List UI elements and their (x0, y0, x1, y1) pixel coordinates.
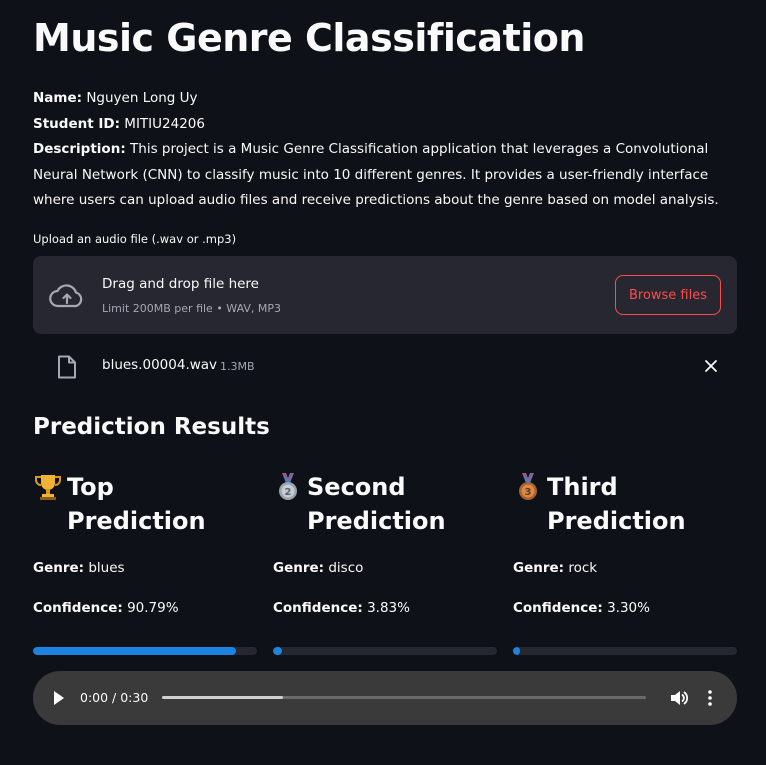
confidence-progress-fill (513, 647, 521, 655)
name-value: Nguyen Long Uy (82, 90, 198, 106)
app-page: Music Genre Classification Name: Nguyen … (0, 0, 766, 765)
student-id-label: Student ID: (33, 115, 120, 132)
prediction-card-1: Top Prediction Genre: blues Confidence: … (33, 470, 257, 655)
confidence-progress-fill (273, 647, 282, 655)
svg-text:2: 2 (285, 487, 292, 498)
genre-label: Genre: (273, 560, 325, 576)
confidence-label: Confidence: (273, 600, 363, 616)
audio-time-display: 0:00 / 0:30 (80, 690, 149, 705)
close-icon[interactable] (701, 356, 721, 376)
cloud-upload-icon (49, 284, 83, 308)
prediction-genre: Genre: rock (513, 560, 597, 576)
prediction-title: Top Prediction (67, 473, 206, 535)
file-dropzone[interactable]: Drag and drop file here Limit 200MB per … (33, 256, 737, 334)
prediction-confidence: Confidence: 3.83% (273, 600, 410, 616)
dropzone-title: Drag and drop file here (102, 276, 259, 292)
confidence-progress-bar (513, 647, 737, 655)
prediction-title: Second Prediction (307, 473, 446, 535)
dropzone-limit: Limit 200MB per file • WAV, MP3 (102, 302, 282, 315)
prediction-card-2: 2 Second Prediction Genre: disco Confide… (273, 470, 497, 655)
second-place-medal-icon: 2 (279, 472, 297, 500)
prediction-title: Third Prediction (547, 473, 686, 535)
audio-seek-slider[interactable] (162, 696, 646, 699)
prediction-heading: 3 Third Prediction (513, 470, 737, 538)
play-icon[interactable] (52, 689, 66, 707)
prediction-genre: Genre: blues (33, 560, 125, 576)
student-id-value: MITIU24206 (120, 115, 205, 132)
confidence-progress-bar (273, 647, 497, 655)
file-icon (58, 355, 76, 379)
upload-label: Upload an audio file (.wav or .mp3) (33, 232, 237, 246)
confidence-progress-bar (33, 647, 257, 655)
svg-text:3: 3 (525, 487, 532, 498)
description-value: This project is a Music Genre Classifica… (33, 141, 719, 208)
trophy-icon (35, 475, 61, 500)
uploaded-file-row: blues.00004.wav 1.3MB (33, 346, 737, 386)
genre-label: Genre: (33, 560, 85, 576)
confidence-progress-fill (33, 647, 237, 655)
name-line: Name: Nguyen Long Uy (33, 86, 737, 112)
prediction-confidence: Confidence: 3.30% (513, 600, 650, 616)
volume-icon[interactable] (669, 688, 689, 708)
description-line: Description: This project is a Music Gen… (33, 137, 737, 214)
student-id-line: Student ID: MITIU24206 (33, 112, 737, 138)
genre-value: rock (564, 560, 598, 576)
genre-label: Genre: (513, 560, 565, 576)
name-label: Name: (33, 90, 83, 106)
uploaded-file-name: blues.00004.wav (102, 357, 218, 373)
prediction-heading: 2 Second Prediction (273, 470, 497, 538)
results-heading: Prediction Results (33, 414, 270, 440)
confidence-value: 90.79% (122, 600, 179, 616)
prediction-card-3: 3 Third Prediction Genre: rock Confidenc… (513, 470, 737, 655)
more-vertical-icon[interactable] (703, 688, 717, 708)
audio-player: 0:00 / 0:30 (33, 671, 737, 725)
project-info: Name: Nguyen Long Uy Student ID: MITIU24… (33, 86, 737, 214)
confidence-label: Confidence: (513, 600, 603, 616)
prediction-confidence: Confidence: 90.79% (33, 600, 179, 616)
genre-value: disco (324, 560, 364, 576)
description-label: Description: (33, 141, 126, 157)
uploaded-file-size: 1.3MB (220, 360, 255, 373)
page-title: Music Genre Classification (33, 16, 585, 60)
genre-value: blues (84, 560, 125, 576)
browse-files-button[interactable]: Browse files (615, 275, 721, 315)
prediction-heading: Top Prediction (33, 470, 257, 538)
confidence-label: Confidence: (33, 600, 123, 616)
confidence-value: 3.30% (602, 600, 650, 616)
third-place-medal-icon: 3 (519, 472, 537, 500)
confidence-value: 3.83% (362, 600, 410, 616)
prediction-genre: Genre: disco (273, 560, 363, 576)
audio-buffered-range (162, 696, 283, 699)
